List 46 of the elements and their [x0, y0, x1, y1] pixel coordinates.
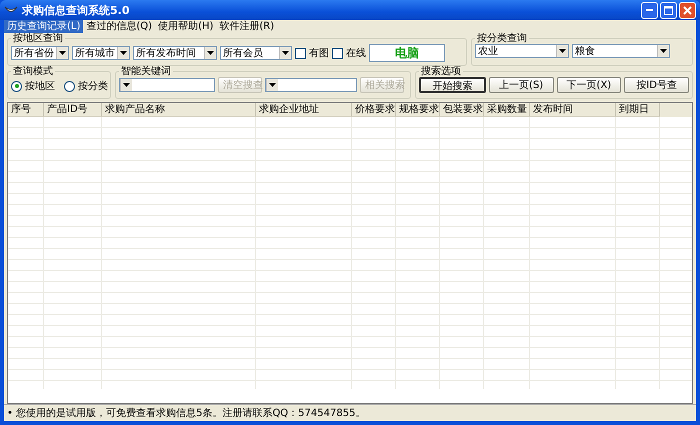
search-button[interactable]: 下一页(X) — [556, 77, 622, 93]
radio-label: 按分类 — [78, 80, 108, 93]
status-text: • 您使用的是试用版，可免费查看求购信息5条。注册请联系QQ：574547855。 — [7, 406, 366, 420]
dropdown-arrow-icon — [282, 51, 289, 55]
dropdown-arrow-icon — [269, 83, 276, 87]
window-title: 求购信息查询系统5.0 — [22, 2, 130, 18]
search-button[interactable]: 开始搜索 — [419, 77, 486, 93]
maximize-button[interactable] — [660, 2, 677, 18]
dropdown-arrow-icon — [559, 49, 566, 53]
minimize-button[interactable] — [641, 2, 658, 18]
checkbox[interactable] — [332, 48, 343, 58]
dropdown-arrow-icon — [123, 83, 130, 87]
minimize-icon — [646, 9, 653, 11]
dropdown-arrow-icon — [207, 51, 214, 55]
group-title: 按地区查询 — [12, 33, 64, 44]
dropdown[interactable] — [119, 78, 215, 92]
dropdown-arrow-icon — [59, 51, 66, 55]
dropdown[interactable]: 所有省份 — [11, 46, 69, 60]
dropdown[interactable]: 所有城市 — [72, 46, 130, 60]
dropdown[interactable]: 所有会员 — [220, 46, 292, 60]
group-title: 按分类查询 — [476, 33, 528, 44]
dropdown[interactable]: 粮食 — [572, 44, 670, 58]
search-button[interactable]: 上一页(S) — [488, 77, 554, 93]
dropdown-arrow-icon — [660, 49, 667, 53]
group-title: 智能关键词 — [120, 66, 172, 77]
menu-item[interactable]: 软件注册(R) — [216, 20, 278, 33]
dropdown[interactable]: 所有发布时间 — [133, 46, 217, 60]
radio-button[interactable] — [64, 80, 75, 92]
radio-button[interactable] — [11, 80, 22, 92]
menu-item[interactable]: 使用帮助(H) — [155, 20, 216, 33]
menu-item[interactable]: 历史查询记录(L) — [4, 20, 84, 33]
category-display: 电脑 — [369, 44, 445, 62]
maximize-icon — [664, 6, 673, 14]
dropdown-arrow-icon — [120, 51, 127, 55]
dropdown[interactable] — [265, 78, 357, 92]
checkbox-label: 在线 — [346, 46, 366, 60]
dropdown[interactable]: 农业 — [475, 44, 569, 58]
checkbox[interactable] — [295, 48, 306, 58]
close-icon — [683, 6, 692, 14]
menu-item[interactable]: 查过的信息(Q) — [83, 20, 156, 33]
group-title: 查询模式 — [12, 66, 54, 77]
search-button[interactable]: 按ID号查 — [624, 77, 689, 93]
close-button[interactable] — [679, 2, 696, 18]
checkbox-label: 有图 — [309, 47, 329, 60]
group-title: 搜索选项 — [420, 66, 462, 77]
radio-label: 按地区 — [25, 80, 55, 93]
